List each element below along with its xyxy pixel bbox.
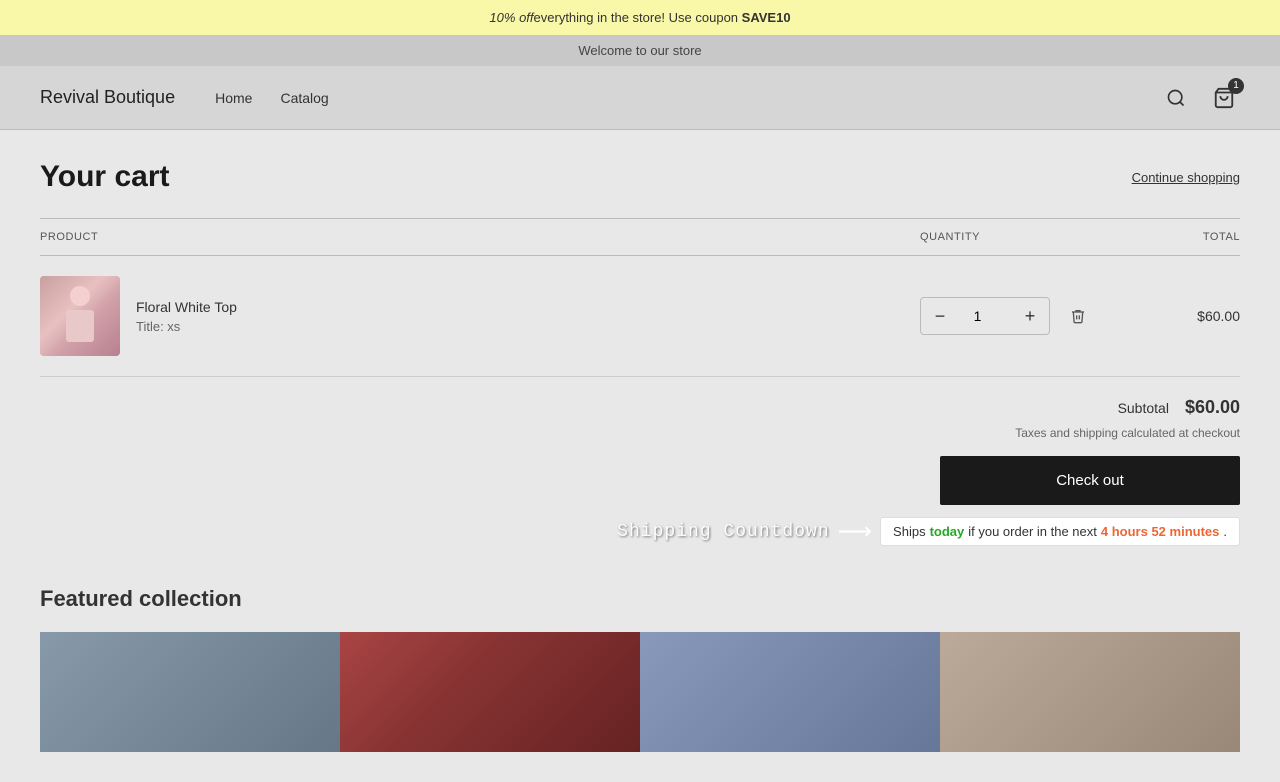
remove-item-button[interactable] [1062,300,1094,332]
ships-middle: if you order in the next [968,524,1097,539]
cart-item-product: Floral White Top Title: xs [40,276,920,356]
header-actions: 1 [1160,82,1240,114]
quantity-wrapper: − + [920,297,1120,335]
ships-time: 4 hours 52 minutes [1101,524,1219,539]
main-nav: Home Catalog [215,90,329,106]
checkout-button[interactable]: Check out [940,456,1240,505]
ships-suffix: . [1223,524,1227,539]
item-total-price: $60.00 [1120,308,1240,324]
announcement-text-italic: 10% off [489,10,533,25]
shipping-countdown-annotation: Shipping Countdown [617,522,829,542]
subtotal-row: Subtotal $60.00 [40,397,1240,418]
featured-item-3[interactable] [640,632,940,752]
subtotal-label: Subtotal [1118,400,1169,416]
cart-title: Your cart [40,160,169,194]
ships-prefix: Ships [893,524,926,539]
nav-home[interactable]: Home [215,90,252,106]
nav-catalog[interactable]: Catalog [280,90,328,106]
shipping-countdown-badge: Ships today if you order in the next 4 h… [880,517,1240,546]
page-wrapper: 10% offeverything in the store! Use coup… [0,0,1280,782]
ships-today: today [930,524,965,539]
featured-item-4[interactable] [940,632,1240,752]
featured-item-1[interactable] [40,632,340,752]
product-variant: Title: xs [136,319,237,334]
featured-grid [40,632,1240,752]
cart-table: PRODUCT QUANTITY TOTAL Floral White Top … [40,218,1240,377]
featured-section: Featured collection [40,586,1240,752]
cart-summary: Subtotal $60.00 Taxes and shipping calcu… [40,397,1240,505]
arrow-icon: ⟶ [838,517,872,546]
increase-quantity-button[interactable]: + [1011,297,1049,335]
product-image-inner [40,276,120,356]
featured-title: Featured collection [40,586,1240,612]
cart-button[interactable]: 1 [1208,82,1240,114]
cart-item: Floral White Top Title: xs − + [40,256,1240,377]
product-name: Floral White Top [136,299,237,315]
quantity-controls: − + [920,297,1050,335]
product-image [40,276,120,356]
product-info: Floral White Top Title: xs [136,299,237,334]
decrease-quantity-button[interactable]: − [921,297,959,335]
search-button[interactable] [1160,82,1192,114]
continue-shopping-link[interactable]: Continue shopping [1132,170,1240,185]
cart-table-header: PRODUCT QUANTITY TOTAL [40,219,1240,256]
announcement-bar: 10% offeverything in the store! Use coup… [0,0,1280,35]
col-header-total: TOTAL [1120,231,1240,243]
col-header-quantity: QUANTITY [920,231,1120,243]
tax-note: Taxes and shipping calculated at checkou… [40,426,1240,440]
coupon-code: SAVE10 [742,10,791,25]
subtotal-amount: $60.00 [1185,397,1240,418]
featured-item-2[interactable] [340,632,640,752]
site-header: Revival Boutique Home Catalog 1 [0,66,1280,130]
main-content: Your cart Continue shopping PRODUCT QUAN… [0,130,1280,782]
shipping-annotation-area: Shipping Countdown ⟶ Ships today if you … [40,517,1240,546]
welcome-text: Welcome to our store [578,43,701,58]
col-header-product: PRODUCT [40,231,920,243]
cart-header-row: Your cart Continue shopping [40,160,1240,194]
cart-count: 1 [1228,78,1244,94]
quantity-input[interactable] [959,308,1011,324]
announcement-text-main: everything in the store! Use coupon [534,10,742,25]
welcome-bar: Welcome to our store [0,35,1280,66]
brand-logo[interactable]: Revival Boutique [40,87,175,108]
